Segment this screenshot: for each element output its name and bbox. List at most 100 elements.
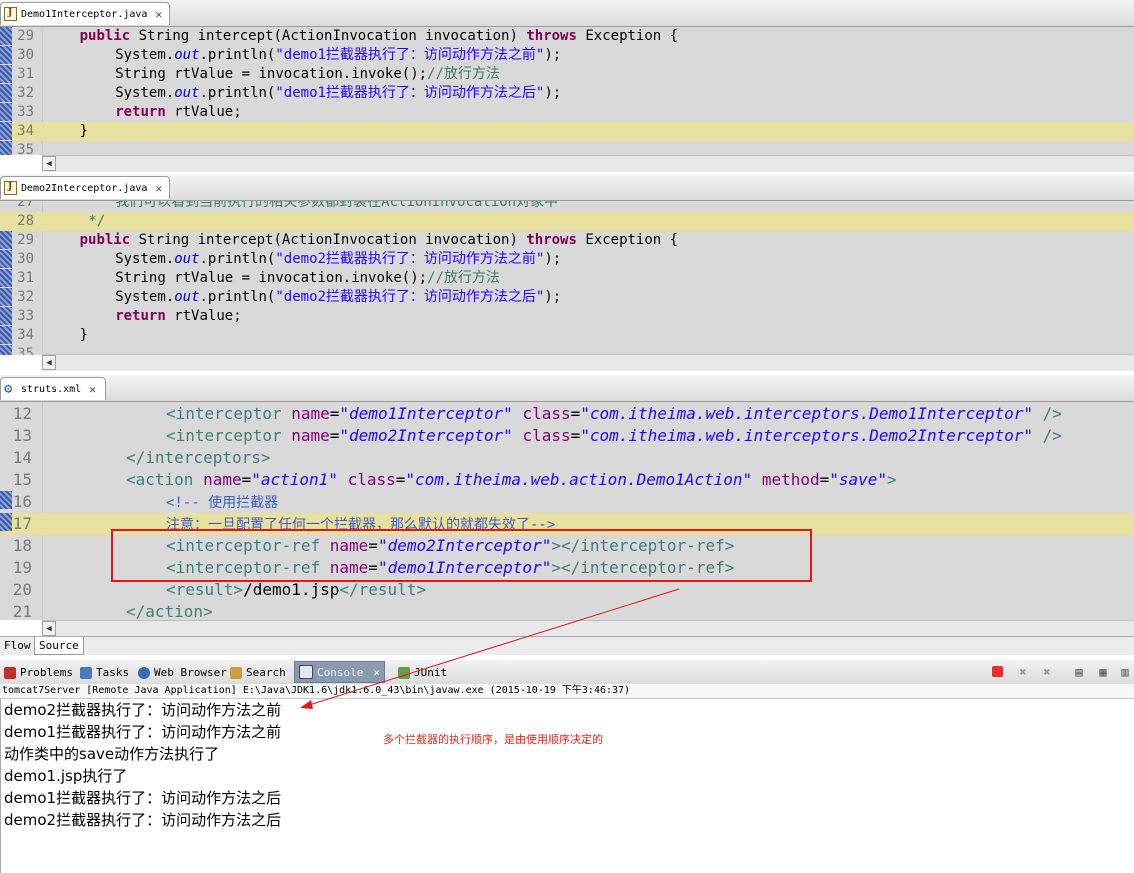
code-text: String rtValue = invocation.invoke();//放… (44, 65, 500, 84)
console-line: 动作类中的save动作方法执行了 (4, 745, 220, 763)
scroll-left-arrow-icon[interactable]: ◀ (42, 156, 56, 171)
console-process-header: tomcat7Server [Remote Java Application] … (0, 684, 1134, 699)
code-line: 34} (0, 122, 1134, 141)
console-output[interactable]: demo2拦截器执行了：访问动作方法之前 demo1拦截器执行了：访问动作方法之前… (0, 699, 1134, 873)
code-token: "demo1拦截器执行了：访问动作方法之前" (275, 47, 545, 63)
code-token: <interceptor (166, 404, 292, 423)
line-number: 19 (12, 558, 32, 577)
remove-all-icon[interactable]: ✖ (1040, 665, 1054, 679)
editor2-tab[interactable]: Demo2Interceptor.java ✕ (0, 176, 170, 199)
line-number: 18 (12, 536, 32, 555)
code-token: /demo1.jsp (243, 580, 340, 599)
code-token: name (291, 426, 330, 445)
scroll-left-arrow-icon[interactable]: ◀ (42, 621, 56, 636)
line-number: 29 (17, 28, 34, 44)
code-line: 31 String rtValue = invocation.invoke();/… (0, 269, 1134, 288)
code-line: 35 (0, 141, 1134, 155)
remove-launch-icon[interactable]: ✖ (1016, 665, 1030, 679)
tab-search[interactable]: Search (230, 662, 286, 683)
code-text: System.out.println("demo2拦截器执行了：访问动作方法之后… (44, 288, 561, 307)
close-icon[interactable]: ✕ (89, 383, 96, 396)
tab-web-browser[interactable]: Web Browser (138, 662, 227, 683)
code-line: 31 String rtValue = invocation.invoke();/… (0, 65, 1134, 84)
code-text: public String intercept(ActionInvocation… (44, 27, 678, 46)
close-icon[interactable]: ✕ (155, 8, 162, 21)
tab-console-label: Console (317, 665, 364, 679)
line-number: 34 (17, 327, 34, 343)
tab-console[interactable]: Console ✕ (294, 661, 385, 683)
console-line: demo1拦截器执行了：访问动作方法之前 (4, 723, 282, 741)
code-line: 27 我们可以看到当前执行的相关参数都封装在ActionInvocation对象中 (0, 201, 1134, 212)
code-token: .println( (199, 47, 276, 63)
code-token: class (522, 426, 571, 445)
code-text: <interceptor name="demo2Interceptor" cla… (46, 425, 1062, 447)
xml-gear-icon: ⚙ (4, 381, 13, 397)
code-token: <interceptor (166, 426, 292, 445)
code-text: System.out.println("demo2拦截器执行了：访问动作方法之前… (44, 250, 561, 269)
code-line: 15 <action name="action1" class="com.ithe… (0, 469, 1134, 491)
line-number: 21 (12, 602, 32, 620)
editor2-code[interactable]: 27 我们可以看到当前执行的相关参数都封装在ActionInvocation对象中… (0, 201, 1134, 355)
code-token: = (329, 404, 340, 423)
code-token: = (329, 426, 340, 445)
code-token: .println( (199, 85, 276, 101)
editor1-horizontal-scrollbar[interactable]: ◀ (42, 155, 1134, 172)
editor2-horizontal-scrollbar[interactable]: ◀ (42, 354, 1134, 371)
code-token: String intercept(ActionInvocation invoca… (138, 28, 527, 44)
editor3-code[interactable]: 12 <interceptor name="demo1Interceptor" c… (0, 402, 1134, 620)
code-token: public (79, 28, 139, 44)
scroll-lock-icon[interactable]: ▦ (1096, 665, 1110, 679)
tab-junit[interactable]: JUnit (398, 662, 447, 683)
code-text: return rtValue; (44, 307, 241, 326)
line-number: 16 (12, 492, 32, 511)
line-number: 33 (17, 308, 34, 324)
code-token: = (395, 470, 406, 489)
editor3-tab[interactable]: ⚙ struts.xml ✕ (0, 377, 106, 400)
scroll-left-arrow-icon[interactable]: ◀ (42, 355, 56, 370)
tab-junit-label: JUnit (414, 666, 448, 679)
code-line: 16 <!-- 使用拦截器 (0, 491, 1134, 513)
tab-tasks-label: Tasks (96, 666, 130, 679)
code-line: 12 <interceptor name="demo1Interceptor" c… (0, 403, 1134, 425)
close-icon[interactable]: ✕ (373, 662, 380, 683)
tab-flow[interactable]: Flow (0, 637, 35, 654)
editor1-tab[interactable]: Demo1Interceptor.java ✕ (0, 2, 170, 25)
code-token: */ (88, 213, 106, 229)
code-text: <interceptor name="demo1Interceptor" cla… (46, 403, 1062, 425)
line-number: 30 (17, 47, 34, 63)
code-token: "demo2拦截器执行了：访问动作方法之前" (275, 251, 545, 267)
terminate-icon[interactable] (992, 666, 1003, 677)
line-number: 12 (12, 404, 32, 423)
code-line: 33 return rtValue; (0, 307, 1134, 326)
code-line: 29 public String intercept(ActionInvocati… (0, 231, 1134, 250)
line-number: 15 (12, 470, 32, 489)
code-line: 28 */ (0, 212, 1134, 231)
code-line: 13 <interceptor name="demo2Interceptor" c… (0, 425, 1134, 447)
code-token: </interceptors> (126, 448, 271, 467)
code-token: } (79, 327, 89, 343)
clear-console-icon[interactable]: ▤ (1072, 665, 1086, 679)
tab-source[interactable]: Source (34, 637, 84, 655)
code-text: String rtValue = invocation.invoke();//放… (44, 269, 500, 288)
close-icon[interactable]: ✕ (155, 182, 162, 195)
code-token: Exception { (585, 28, 679, 44)
tab-problems[interactable]: Problems (4, 662, 73, 683)
tab-tasks[interactable]: Tasks (80, 662, 129, 683)
code-text: </interceptors> (46, 447, 271, 469)
code-line: 32 System.out.println("demo1拦截器执行了：访问动作方法… (0, 84, 1134, 103)
editor1-code[interactable]: 29 public String intercept(ActionInvocati… (0, 27, 1134, 155)
editor3-horizontal-scrollbar[interactable]: ◀ (42, 620, 1134, 637)
code-token: .println( (199, 289, 276, 305)
line-number: 31 (17, 270, 34, 286)
pin-console-icon[interactable]: ▥ (1118, 665, 1132, 679)
code-line: 20 <result>/demo1.jsp</result> (0, 579, 1134, 601)
code-token: class (347, 470, 396, 489)
code-token: "demo1Interceptor" (339, 404, 513, 423)
code-token: .println( (199, 251, 276, 267)
code-token: ); (544, 47, 562, 63)
editor1-tab-title: Demo1Interceptor.java (21, 8, 148, 20)
code-token: ); (544, 85, 562, 101)
line-number: 33 (17, 104, 34, 120)
code-token: } (79, 123, 89, 139)
code-token: = (819, 470, 830, 489)
